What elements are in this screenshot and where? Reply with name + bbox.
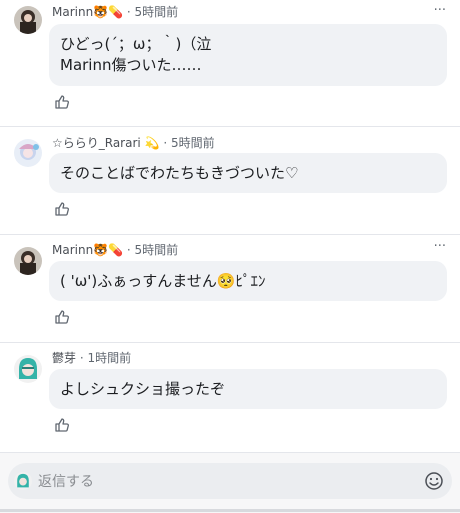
reply-bar: 返信する [0,452,460,513]
like-icon[interactable] [54,309,70,325]
comment-text: よしシュクショ撮ったぞ [49,369,447,409]
author-name[interactable]: Marinn🐯💊 [52,5,123,19]
comment-time: 5時間前 [134,5,179,19]
author-name[interactable]: ☆ららり_Rarari 💫 [52,136,160,150]
comment-meta: Marinn🐯💊 · 5時間前 [52,243,179,257]
avatar[interactable] [14,247,42,275]
avatar [14,472,32,490]
divider [0,342,460,343]
divider [0,126,460,127]
more-options-button[interactable]: ··· [434,4,446,18]
avatar[interactable] [14,139,42,167]
like-icon[interactable] [54,417,70,433]
avatar[interactable] [14,355,42,383]
divider [0,234,460,235]
comment-meta: Marinn🐯💊 · 5時間前 [52,5,179,19]
comment-text: ( 'ω')ふぁっすんません🥺ﾋﾟｴﾝ [49,261,447,301]
comment-meta: 鬱芽 · 1時間前 [52,351,132,365]
comment-text: そのことばでわたちもきづついた♡ [49,153,447,193]
like-icon[interactable] [54,201,70,217]
reply-placeholder: 返信する [38,474,94,490]
reply-input[interactable]: 返信する [8,463,452,499]
emoji-icon[interactable] [424,471,444,491]
comment-time: 5時間前 [134,243,179,257]
comment-text: ひどっ(´；ω；｀)（泣 Marinn傷ついた…… [49,24,447,86]
author-name[interactable]: Marinn🐯💊 [52,243,123,257]
comment-time: 1時間前 [87,351,132,365]
author-name[interactable]: 鬱芽 [52,351,76,365]
more-options-button[interactable]: ··· [434,240,446,254]
comment-time: 5時間前 [170,136,215,150]
comment-meta: ☆ららり_Rarari 💫 · 5時間前 [52,136,215,150]
like-icon[interactable] [54,94,70,110]
avatar[interactable] [14,6,42,34]
